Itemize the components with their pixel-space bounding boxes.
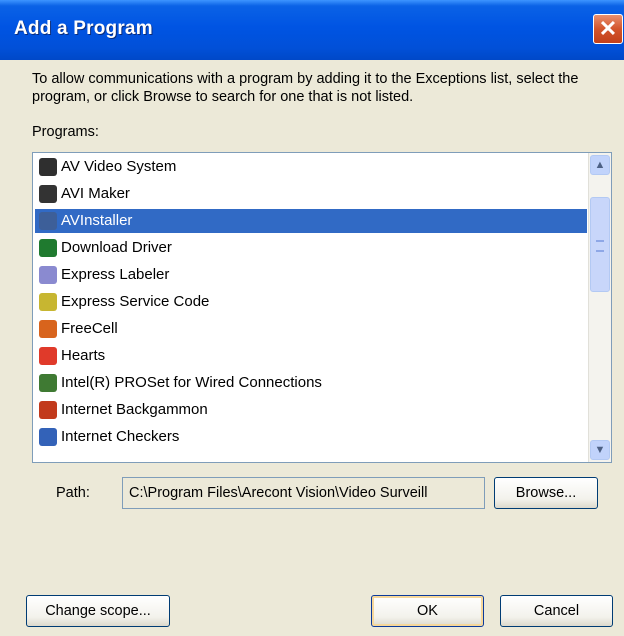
- list-item-label: FreeCell: [61, 320, 118, 337]
- list-item-label: Express Labeler: [61, 266, 170, 283]
- scroll-thumb[interactable]: [590, 197, 610, 292]
- list-item[interactable]: Intel(R) PROSet for Wired Connections: [35, 371, 587, 395]
- list-item[interactable]: AV Video System: [35, 155, 587, 179]
- list-item-label: AV Video System: [61, 158, 177, 175]
- express-labeler-icon: [39, 266, 57, 284]
- list-item-label: Internet Backgammon: [61, 401, 208, 418]
- title-bar: Add a Program ✕: [0, 0, 624, 60]
- list-item[interactable]: Internet Backgammon: [35, 398, 587, 422]
- list-item-label: Express Service Code: [61, 293, 210, 310]
- intel-proset-icon: [39, 374, 57, 392]
- list-item[interactable]: Express Service Code: [35, 290, 587, 314]
- ok-button[interactable]: OK: [371, 595, 484, 627]
- path-label: Path:: [56, 485, 90, 501]
- list-item-label: AVInstaller: [61, 212, 133, 229]
- change-scope-button[interactable]: Change scope...: [26, 595, 170, 627]
- list-item[interactable]: FreeCell: [35, 317, 587, 341]
- list-item[interactable]: Express Labeler: [35, 263, 587, 287]
- cancel-button[interactable]: Cancel: [500, 595, 613, 627]
- list-item-label: AVI Maker: [61, 185, 130, 202]
- path-field: C:\Program Files\Arecont Vision\Video Su…: [122, 477, 485, 509]
- avi-maker-icon: [39, 185, 57, 203]
- scroll-up-icon[interactable]: ▲: [590, 155, 610, 175]
- hearts-icon: [39, 347, 57, 365]
- express-service-code-icon: [39, 293, 57, 311]
- close-icon: ✕: [598, 16, 618, 41]
- description-text: To allow communications with a program b…: [32, 71, 579, 105]
- list-item-label: Hearts: [61, 347, 106, 364]
- internet-backgammon-icon: [39, 401, 57, 419]
- add-program-dialog: Add a Program ✕ To allow communications …: [0, 0, 624, 636]
- list-item[interactable]: AVI Maker: [35, 182, 587, 206]
- list-item-label: Internet Checkers: [61, 428, 180, 445]
- list-item[interactable]: Internet Checkers: [35, 425, 587, 449]
- avinstaller-icon: [39, 212, 57, 230]
- av-video-system-icon: [39, 158, 57, 176]
- list-item-label: Intel(R) PROSet for Wired Connections: [61, 374, 322, 391]
- list-scrollbar[interactable]: ▲ ▼: [588, 153, 611, 462]
- freecell-icon: [39, 320, 57, 338]
- list-item-label: Download Driver: [61, 239, 172, 256]
- scroll-down-icon[interactable]: ▼: [590, 440, 610, 460]
- list-item[interactable]: Hearts: [35, 344, 587, 368]
- programs-label: Programs:: [32, 124, 99, 140]
- download-driver-icon: [39, 239, 57, 257]
- list-item[interactable]: AVInstaller: [35, 209, 587, 233]
- browse-button[interactable]: Browse...: [494, 477, 598, 509]
- close-button[interactable]: ✕: [593, 14, 623, 44]
- dialog-title: Add a Program: [14, 18, 153, 39]
- list-item[interactable]: Download Driver: [35, 236, 587, 260]
- programs-list[interactable]: AV Video System AVI Maker AVInstaller Downl…: [32, 152, 612, 463]
- internet-checkers-icon: [39, 428, 57, 446]
